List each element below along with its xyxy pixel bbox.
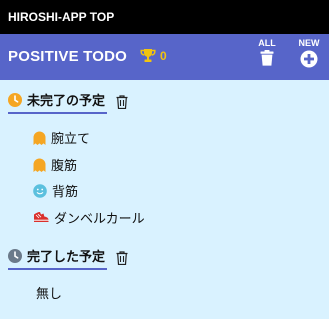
todo-item-label: 背筋 (52, 185, 79, 200)
section-header-completed: 完了した予定 (8, 246, 128, 270)
section-header-incomplete: 未完了の予定 (8, 90, 128, 114)
shoe-icon (34, 212, 49, 222)
plus-circle-icon (300, 50, 318, 68)
todo-item-label: 腕立て (51, 132, 91, 147)
todo-item-haikin[interactable]: 背筋 (33, 181, 78, 200)
todo-item-dumbbell-curl[interactable]: ダンベルカール (33, 208, 145, 227)
todo-item-label: ダンベルカール (54, 212, 145, 227)
section-title-text: 未完了の予定 (27, 94, 106, 109)
window-title: HIROSHI-APP TOP (8, 10, 115, 24)
section-title-incomplete: 未完了の予定 (8, 90, 108, 114)
new-label: NEW (298, 38, 320, 48)
window-title-bar: HIROSHI-APP TOP (0, 0, 329, 34)
todo-item-fukkin[interactable]: 腹筋 (33, 155, 77, 174)
app-title: POSITIVE TODO (8, 48, 128, 65)
all-label: ALL (258, 38, 276, 48)
smile-icon (33, 183, 47, 198)
trophy-icon (140, 49, 156, 62)
todo-item-udetate[interactable]: 腕立て (33, 128, 90, 147)
clock-icon (8, 92, 22, 107)
delete-incomplete-button[interactable] (116, 95, 128, 109)
todo-item-label: 腹筋 (51, 159, 78, 174)
section-title-text: 完了した予定 (27, 250, 106, 265)
trophy-count: 0 (160, 48, 167, 63)
clock-icon (8, 248, 22, 263)
section-title-completed: 完了した予定 (8, 246, 108, 270)
ghost-icon (33, 158, 46, 172)
ghost-icon (33, 131, 46, 145)
new-todo-button[interactable]: NEW (294, 38, 324, 68)
delete-all-button[interactable]: ALL (252, 38, 282, 66)
trophy-counter: 0 (140, 48, 167, 63)
app-header: POSITIVE TODO 0 ALL NEW (0, 34, 329, 80)
delete-completed-button[interactable] (116, 251, 128, 265)
empty-state-text: 無し (36, 287, 63, 302)
trash-outline-icon (116, 251, 128, 265)
trash-icon (260, 50, 274, 66)
trash-outline-icon (116, 95, 128, 109)
